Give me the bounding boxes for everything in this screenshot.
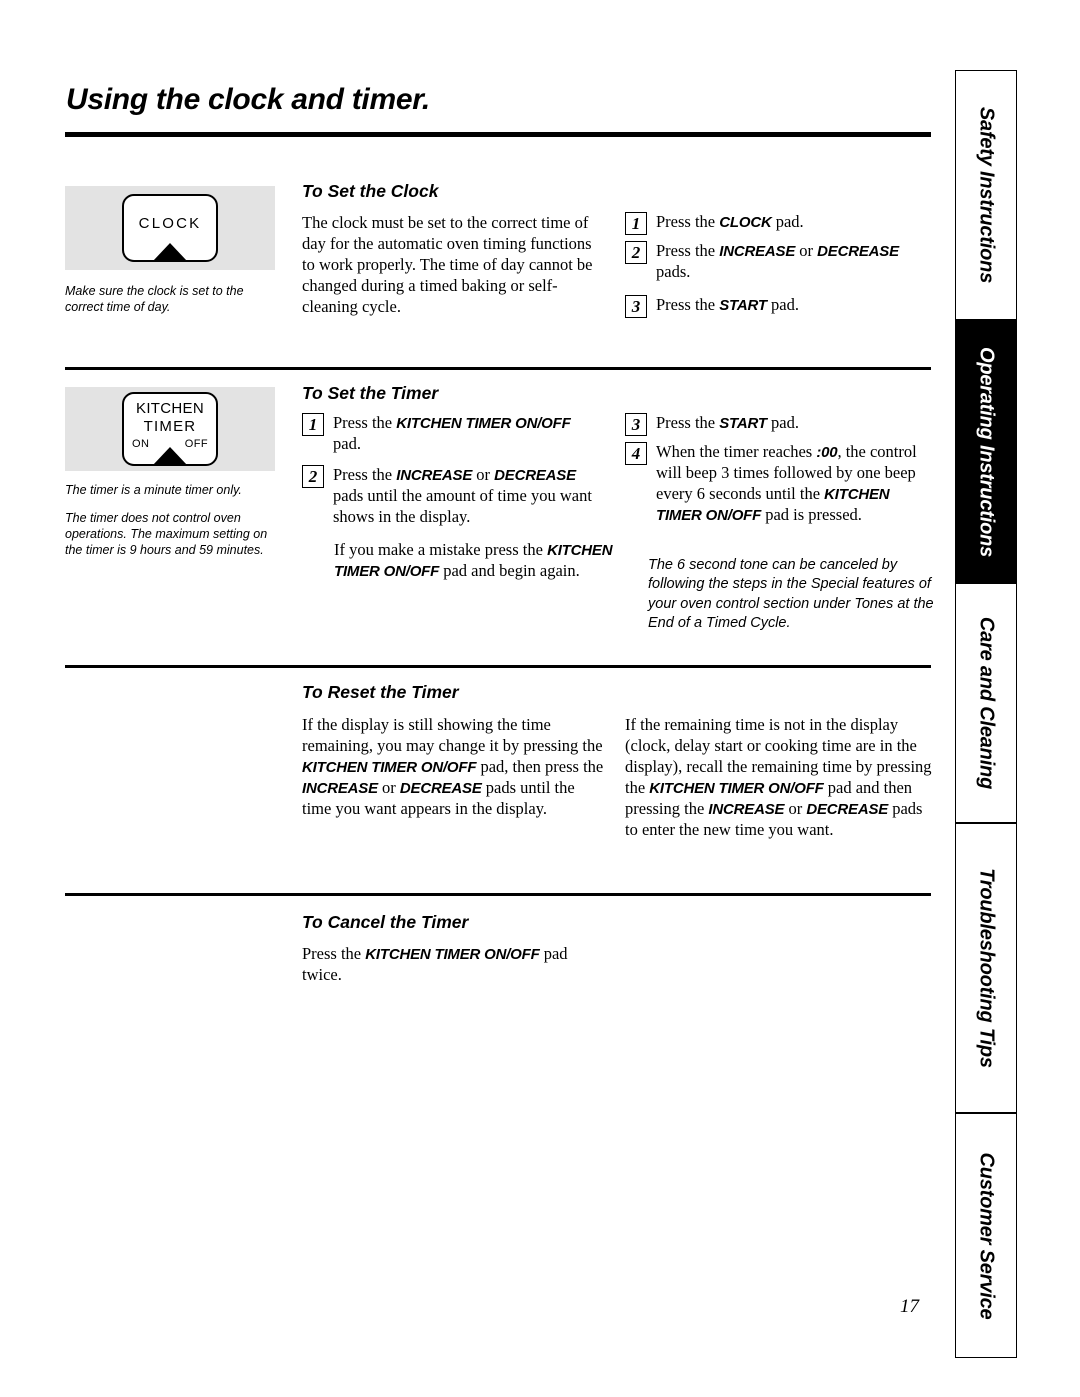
set-timer-step-3: 3 Press the START pad. bbox=[625, 413, 925, 436]
sidebar-tab-label: Care and Cleaning bbox=[975, 616, 998, 790]
section-divider-3 bbox=[65, 893, 931, 896]
heading-to-set-the-clock: To Set the Clock bbox=[302, 181, 439, 201]
sidebar-tab-label: Safety Instructions bbox=[975, 106, 998, 284]
cancel-timer-paragraph: Press the KITCHEN TIMER ON/OFF pad twice… bbox=[302, 944, 568, 984]
sidebar-tab-label: Customer Service bbox=[975, 1152, 998, 1319]
sidebar-tab-label: Troubleshooting Tips bbox=[975, 868, 998, 1068]
timer-pad-label-line1: KITCHEN bbox=[136, 400, 204, 417]
timer-note-1: The timer is a minute timer only. bbox=[65, 483, 242, 497]
page-title: Using the clock and timer. bbox=[66, 83, 430, 116]
set-clock-step-3: 3 Press the START pad. bbox=[625, 295, 925, 318]
step-number-box: 1 bbox=[302, 413, 324, 436]
timer-pad-label-on: ON bbox=[132, 438, 150, 450]
set-clock-step-1: 1 Press the CLOCK pad. bbox=[625, 212, 925, 235]
clock-note: Make sure the clock is set to the correc… bbox=[65, 284, 244, 314]
step-number-box: 1 bbox=[625, 212, 647, 235]
sidebar-tab-troubleshooting-tips[interactable]: Troubleshooting Tips bbox=[955, 823, 1017, 1113]
kitchen-timer-pad-icon: KITCHEN TIMER ON OFF bbox=[122, 392, 218, 466]
timer-note-2: The timer does not control oven operatio… bbox=[65, 511, 268, 557]
reset-timer-paragraph-left: If the display is still showing the time… bbox=[302, 715, 604, 818]
step-text: Press the INCREASE or DECREASE pads. bbox=[656, 241, 899, 281]
clock-pad-label: CLOCK bbox=[138, 215, 202, 232]
sidebar-tab-label: Operating Instructions bbox=[975, 346, 998, 557]
sidebar-tab-safety-instructions[interactable]: Safety Instructions bbox=[955, 70, 1017, 320]
set-clock-step-2: 2 Press the INCREASE or DECREASE pads. bbox=[625, 241, 935, 283]
section-divider-2 bbox=[65, 665, 931, 668]
sidebar-tab-care-and-cleaning[interactable]: Care and Cleaning bbox=[955, 583, 1017, 823]
step-text: Press the START pad. bbox=[656, 413, 799, 432]
set-timer-step-2: 2 Press the INCREASE or DECREASE pads un… bbox=[302, 465, 602, 528]
step-number-box: 3 bbox=[625, 295, 647, 318]
timer-pad-label-line2: TIMER bbox=[143, 418, 197, 435]
set-timer-mistake-note: If you make a mistake press the KITCHEN … bbox=[334, 540, 613, 580]
heading-to-reset-the-timer: To Reset the Timer bbox=[302, 682, 459, 702]
section-divider-1 bbox=[65, 367, 931, 370]
set-clock-paragraph: The clock must be set to the correct tim… bbox=[302, 213, 593, 316]
title-divider bbox=[65, 132, 931, 137]
step-number-box: 3 bbox=[625, 413, 647, 436]
heading-to-cancel-the-timer: To Cancel the Timer bbox=[302, 912, 469, 932]
step-text: When the timer reaches :00, the control … bbox=[656, 442, 917, 524]
step-text: Press the CLOCK pad. bbox=[656, 212, 804, 231]
set-timer-step-4: 4 When the timer reaches :00, the contro… bbox=[625, 442, 937, 526]
sidebar-tab-operating-instructions[interactable]: Operating Instructions bbox=[955, 320, 1017, 583]
step-text: Press the INCREASE or DECREASE pads unti… bbox=[333, 465, 592, 526]
clock-pad-icon: CLOCK bbox=[122, 194, 218, 262]
sidebar-tab-customer-service[interactable]: Customer Service bbox=[955, 1113, 1017, 1358]
triangle-indicator-icon bbox=[153, 447, 187, 464]
heading-to-set-the-timer: To Set the Timer bbox=[302, 383, 439, 403]
page-number: 17 bbox=[900, 1296, 919, 1317]
triangle-indicator-icon bbox=[153, 243, 187, 260]
set-timer-tone-callout: The 6 second tone can be canceled by fol… bbox=[648, 557, 934, 631]
reset-timer-paragraph-right: If the remaining time is not in the disp… bbox=[625, 715, 932, 839]
set-timer-step-1: 1 Press the KITCHEN TIMER ON/OFF pad. bbox=[302, 413, 592, 455]
step-number-box: 2 bbox=[625, 241, 647, 264]
section-tabs-sidebar: Safety Instructions Operating Instructio… bbox=[955, 70, 1017, 1358]
step-number-box: 4 bbox=[625, 442, 647, 465]
step-number-box: 2 bbox=[302, 465, 324, 488]
timer-pad-label-off: OFF bbox=[184, 438, 208, 450]
step-text: Press the KITCHEN TIMER ON/OFF pad. bbox=[333, 413, 571, 453]
step-text: Press the START pad. bbox=[656, 295, 799, 314]
